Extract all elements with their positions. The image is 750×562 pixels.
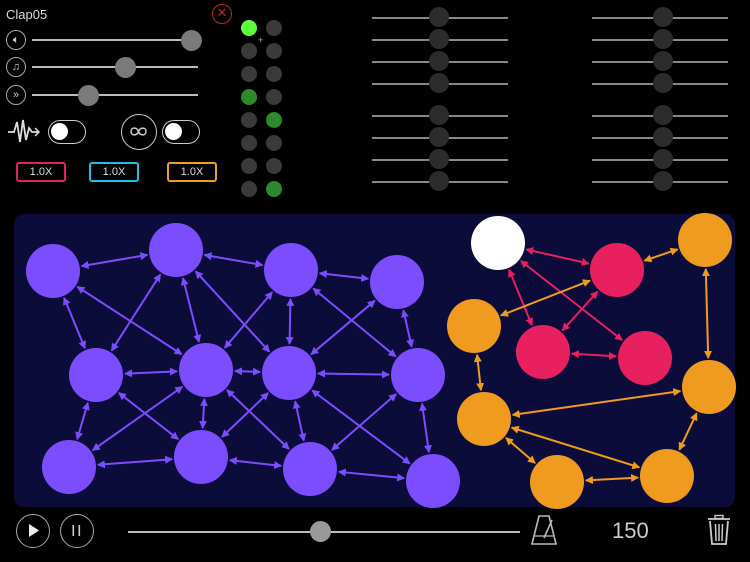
graph-edge [96,455,174,469]
graph-node-purple[interactable] [174,430,228,484]
metronome-icon[interactable] [529,512,559,548]
graph-edge [678,412,698,451]
graph-edge [331,393,397,451]
graph-node-purple[interactable] [149,223,203,277]
play-icon [29,524,39,537]
graph-edge [316,369,391,379]
graph-edge [203,252,264,268]
graph-edge [511,388,682,418]
graph-node-pink[interactable] [618,331,672,385]
graph-node-purple[interactable] [391,348,445,402]
graph-edge [180,277,202,343]
graph-edge [221,392,269,438]
bpm-value[interactable]: 150 [612,518,649,544]
graph-node-orange[interactable] [682,360,736,414]
graph-node-purple[interactable] [26,244,80,298]
graph-node-purple[interactable] [69,348,123,402]
graph-node-orange[interactable] [530,455,584,509]
graph-edge [123,367,179,378]
graph-edge [701,267,713,360]
graph-edge [508,268,533,327]
graph-edge [233,367,262,376]
position-thumb[interactable] [310,521,332,542]
pause-button[interactable] [60,514,94,548]
graph-edge [75,401,90,441]
graph-node-purple[interactable] [179,343,233,397]
graph-node-orange[interactable] [678,213,732,267]
graph-edge [419,402,432,454]
node-graph[interactable] [0,0,750,562]
graph-node-orange[interactable] [640,449,694,503]
graph-edge [63,296,86,350]
graph-edge [80,252,149,269]
graph-node-purple[interactable] [262,346,316,400]
graph-node-purple[interactable] [406,454,460,508]
graph-edge [500,279,591,317]
graph-edge [401,309,414,348]
graph-edge [224,291,273,349]
trash-icon[interactable] [706,514,732,546]
graph-edge [199,397,208,430]
graph-edge [318,270,370,282]
graph-node-orange[interactable] [447,299,501,353]
graph-edge [505,437,536,464]
play-button[interactable] [16,514,50,548]
graph-edge [285,297,295,346]
graph-node-purple[interactable] [264,243,318,297]
graph-node-purple[interactable] [370,255,424,309]
graph-node-white[interactable] [471,216,525,270]
graph-edge [226,389,290,450]
graph-node-orange[interactable] [457,392,511,446]
graph-edge [473,353,485,392]
graph-edge [228,456,283,470]
graph-edge [337,468,406,482]
graph-edge [570,350,618,360]
graph-edge [310,299,376,356]
graph-edge [510,425,641,470]
graph-node-pink[interactable] [516,325,570,379]
pause-icon [72,525,81,536]
graph-node-purple[interactable] [283,442,337,496]
graph-edge [643,247,679,263]
graph-edge [584,473,640,485]
graph-edge [525,247,590,266]
graph-node-pink[interactable] [590,243,644,297]
graph-edge [292,400,307,442]
graph-edge [76,285,183,356]
graph-node-purple[interactable] [42,440,96,494]
graph-edge [118,392,179,440]
